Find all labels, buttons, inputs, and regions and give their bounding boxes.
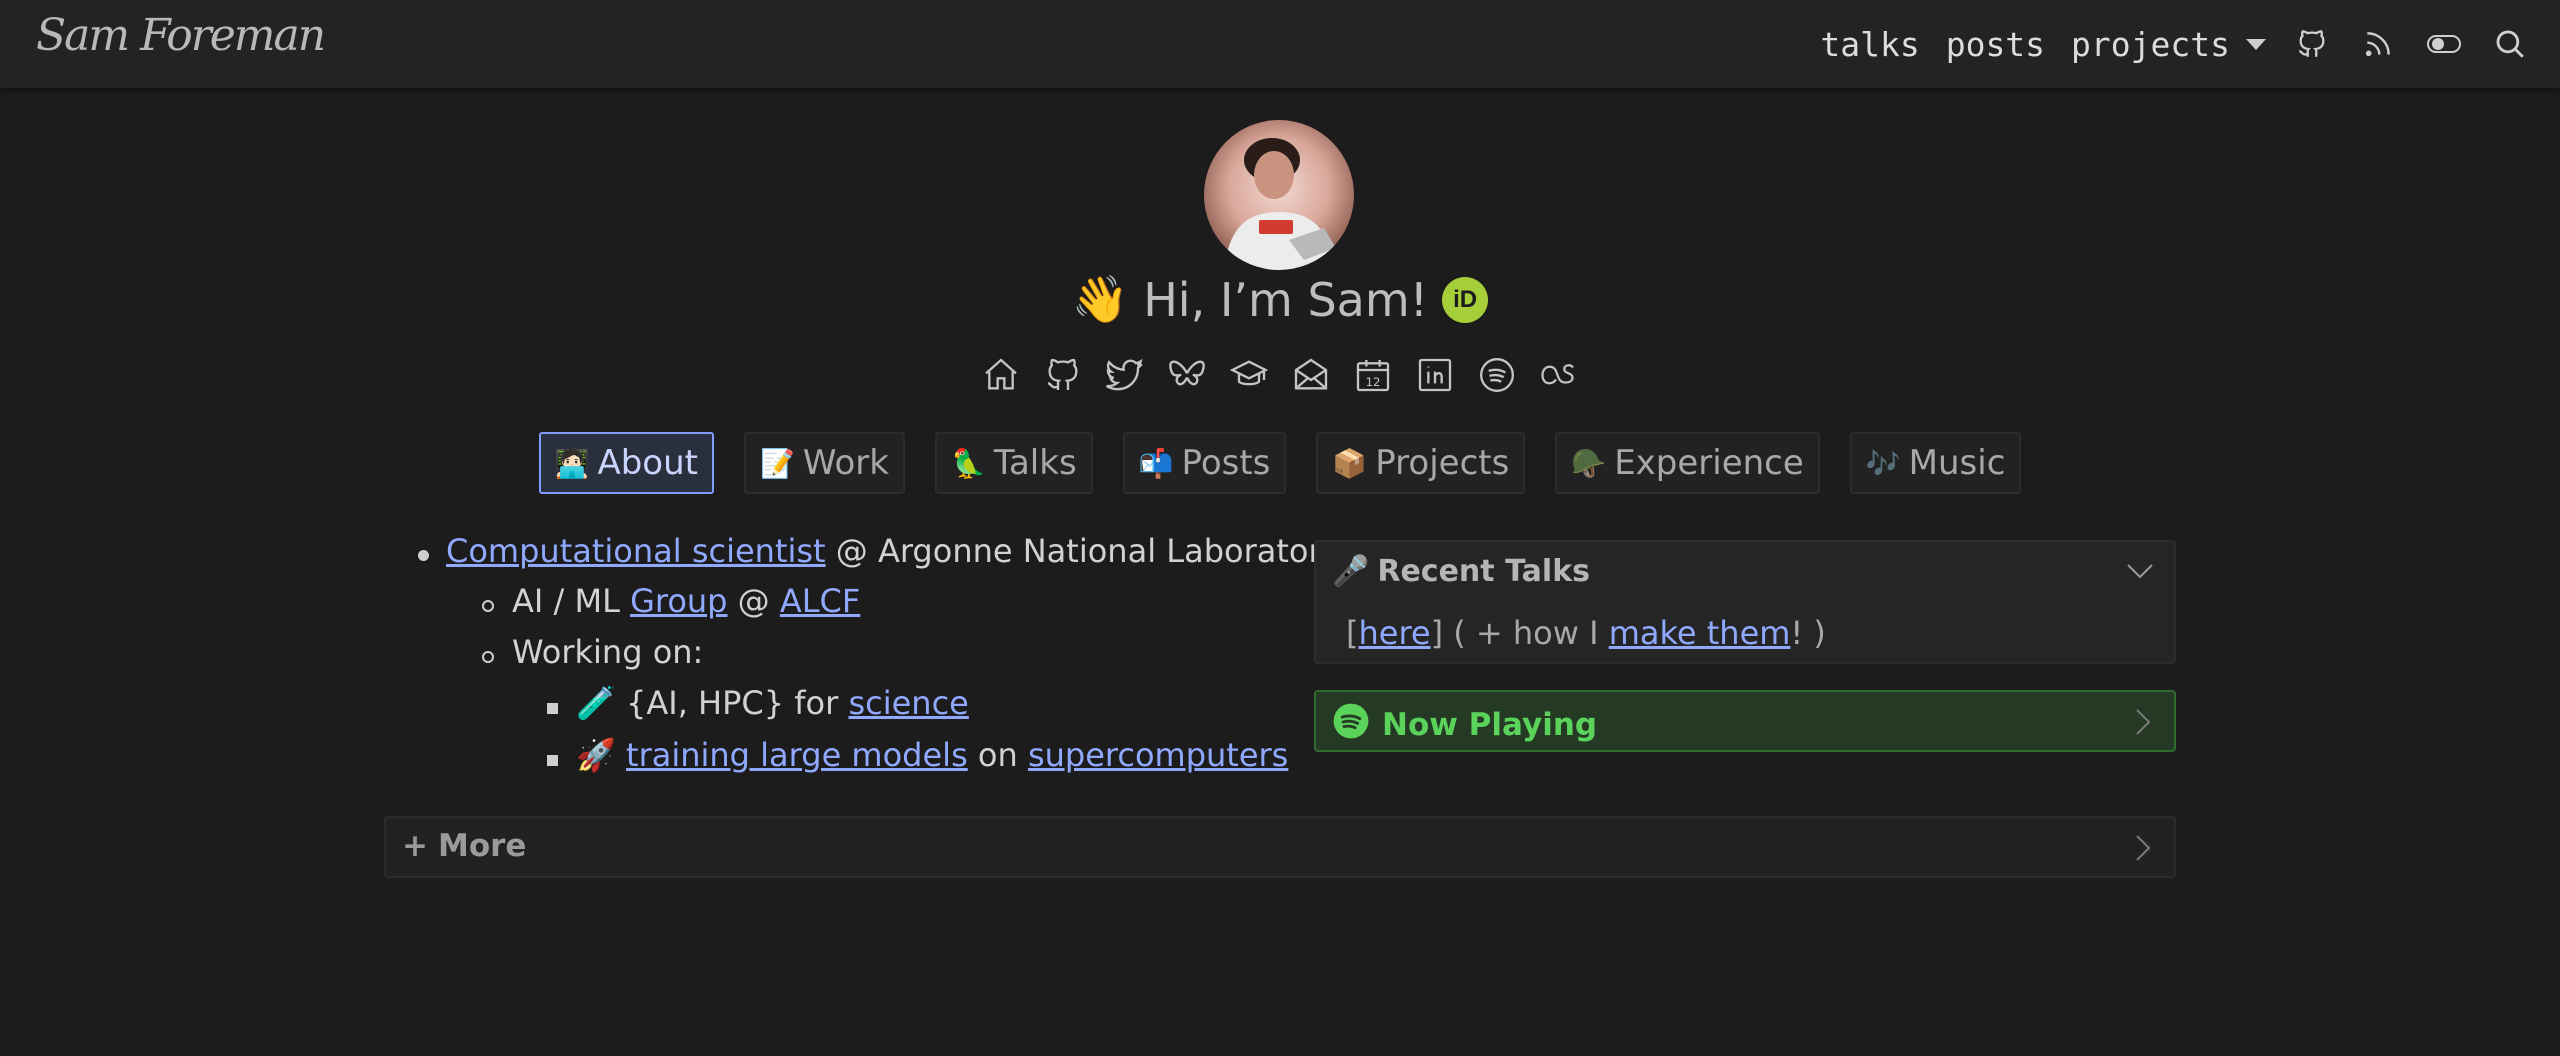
nav-projects-label: projects xyxy=(2071,24,2230,64)
more-callout[interactable]: + More xyxy=(384,816,2176,878)
now-playing-title: Now Playing xyxy=(1382,707,1598,743)
tab-label: Work xyxy=(802,443,889,483)
list-item: 🧪 {AI, HPC} for science xyxy=(576,684,969,722)
chevron-right-icon[interactable] xyxy=(2134,834,2152,866)
tab-emoji: 📬 xyxy=(1138,446,1174,480)
list-item-text: @ Argonne National Laboratory xyxy=(825,532,1341,570)
list-item-text: on xyxy=(967,736,1028,774)
tab-emoji: 📦 xyxy=(1332,446,1368,480)
bullet xyxy=(547,703,558,714)
orcid-icon[interactable]: iD xyxy=(1442,276,1489,323)
plus-icon: + xyxy=(402,828,428,864)
tab-projects[interactable]: 📦 Projects xyxy=(1316,432,1526,494)
page-title: 👋 Hi, I’m Sam! iD xyxy=(0,272,2560,327)
wave-emoji: 👋 xyxy=(1071,272,1130,326)
talks-body-end: ! ) xyxy=(1790,614,1826,652)
tab-label: Projects xyxy=(1375,443,1510,483)
list-item: Working on: xyxy=(512,633,703,671)
spotify-icon[interactable] xyxy=(1476,354,1518,396)
training-large-models-link[interactable]: training large models xyxy=(626,736,968,774)
tab-emoji: 🎶 xyxy=(1865,446,1901,480)
now-playing-header: Now Playing xyxy=(1332,702,1597,748)
nav-projects-dropdown[interactable]: projects xyxy=(2071,25,2266,64)
navbar: Sam Foreman talks posts projects xyxy=(0,0,2560,88)
rocket-emoji: 🚀 xyxy=(576,736,616,774)
list-item-text: @ xyxy=(727,582,780,620)
chevron-down-icon xyxy=(2246,38,2266,50)
search-icon[interactable] xyxy=(2490,24,2530,64)
alcf-link[interactable]: ALCF xyxy=(780,582,860,620)
tab-emoji: 🦜 xyxy=(950,446,986,480)
bullet xyxy=(418,550,429,561)
now-playing-callout[interactable]: Now Playing xyxy=(1314,690,2176,752)
tab-emoji: 🪖 xyxy=(1571,446,1607,480)
microphone-icon: 🎤 xyxy=(1332,554,1370,589)
more-title: More xyxy=(437,828,527,864)
site-logo[interactable]: Sam Foreman xyxy=(36,10,326,61)
social-links: 12 xyxy=(0,354,2560,396)
bullet xyxy=(482,651,494,663)
tab-label: About xyxy=(597,443,698,483)
twitter-icon[interactable] xyxy=(1104,354,1146,396)
chevron-right-icon[interactable] xyxy=(2134,708,2152,740)
group-link[interactable]: Group xyxy=(630,582,727,620)
github-icon[interactable] xyxy=(2292,24,2332,64)
computational-scientist-link[interactable]: Computational scientist xyxy=(446,532,826,570)
home-icon[interactable] xyxy=(980,354,1022,396)
list-item: 🚀 training large models on supercomputer… xyxy=(576,736,1288,774)
avatar xyxy=(1204,120,1354,270)
tab-experience[interactable]: 🪖 Experience xyxy=(1555,432,1820,494)
tab-label: Talks xyxy=(993,443,1077,483)
tab-posts[interactable]: 📬 Posts xyxy=(1122,432,1287,494)
scholar-icon[interactable] xyxy=(1228,354,1270,396)
bullet xyxy=(547,755,558,766)
bracket-text: [ xyxy=(1346,614,1359,652)
nav-posts-link[interactable]: posts xyxy=(1946,25,2045,64)
calendar-icon[interactable]: 12 xyxy=(1352,354,1394,396)
science-link[interactable]: science xyxy=(848,684,968,722)
email-icon[interactable] xyxy=(1290,354,1332,396)
test-tube-emoji: 🧪 xyxy=(576,684,616,722)
list-item-text: Working on: xyxy=(512,633,704,671)
list-item: Computational scientist @ Argonne Nation… xyxy=(446,532,1341,570)
bullet xyxy=(482,600,494,612)
nav-right: talks posts projects xyxy=(1820,0,2530,88)
here-link[interactable]: here xyxy=(1358,614,1430,652)
tab-talks[interactable]: 🦜 Talks xyxy=(934,432,1093,494)
more-header: + More xyxy=(402,828,526,864)
github-icon[interactable] xyxy=(1042,354,1084,396)
recent-talks-header[interactable]: 🎤 Recent Talks xyxy=(1332,554,1590,589)
make-them-link[interactable]: make them xyxy=(1609,614,1791,652)
calendar-day: 12 xyxy=(1366,375,1381,389)
linkedin-icon[interactable] xyxy=(1414,354,1456,396)
tab-label: Music xyxy=(1908,443,2006,483)
lastfm-icon[interactable] xyxy=(1538,354,1580,396)
talks-body-text: ] ( + how I xyxy=(1430,614,1609,652)
tab-emoji: 📝 xyxy=(759,446,795,480)
tab-label: Posts xyxy=(1181,443,1271,483)
list-item: AI / ML Group @ ALCF xyxy=(512,582,860,620)
tab-bar: 🧑🏻‍💻 About 📝 Work 🦜 Talks 📬 Posts 📦 Proj… xyxy=(0,432,2560,494)
tab-about[interactable]: 🧑🏻‍💻 About xyxy=(538,432,714,494)
spotify-icon xyxy=(1332,702,1370,748)
theme-toggle-icon[interactable] xyxy=(2424,24,2464,64)
recent-talks-body: [here] ( + how I make them! ) xyxy=(1346,614,1826,652)
tab-label: Experience xyxy=(1614,443,1804,483)
list-item-text: {AI, HPC} for xyxy=(615,684,849,722)
nav-talks-link[interactable]: talks xyxy=(1820,25,1919,64)
rss-icon[interactable] xyxy=(2358,24,2398,64)
tab-music[interactable]: 🎶 Music xyxy=(1849,432,2022,494)
tab-work[interactable]: 📝 Work xyxy=(743,432,905,494)
supercomputers-link[interactable]: supercomputers xyxy=(1028,736,1288,774)
tab-emoji: 🧑🏻‍💻 xyxy=(554,446,590,480)
recent-talks-callout: 🎤 Recent Talks [here] ( + how I make the… xyxy=(1314,540,2176,664)
list-item-text: AI / ML xyxy=(512,582,631,620)
chevron-down-icon[interactable] xyxy=(2126,562,2154,584)
recent-talks-title: Recent Talks xyxy=(1377,554,1591,589)
hero-title-text: Hi, I’m Sam! xyxy=(1143,272,1429,327)
bluesky-icon[interactable] xyxy=(1166,354,1208,396)
